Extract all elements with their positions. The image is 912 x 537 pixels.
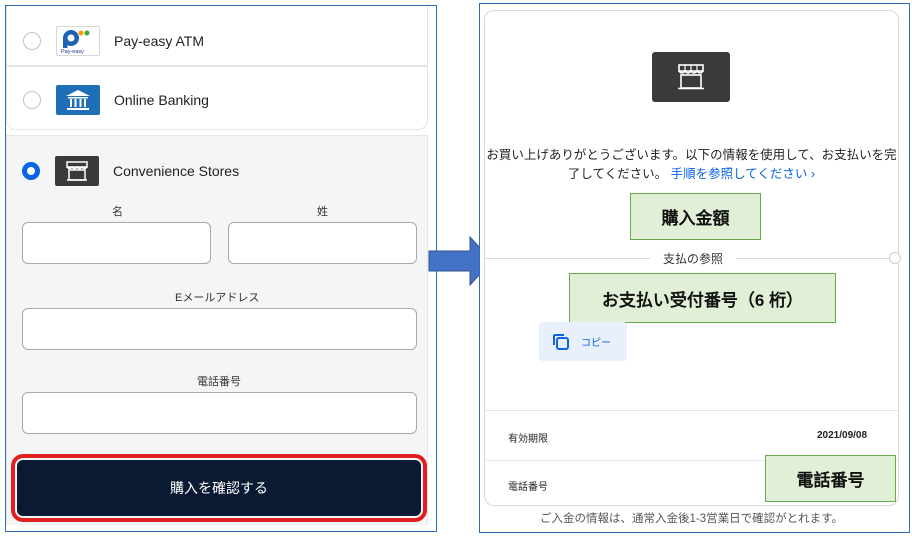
expiry-value: 2021/09/08 xyxy=(817,430,868,441)
reference-number-annotation: お支払い受付番号（6 桁） xyxy=(569,273,836,323)
expiry-label: 有効期限 xyxy=(508,434,548,445)
phone-row-label: 電話番号 xyxy=(508,482,548,493)
phone-input[interactable] xyxy=(22,392,417,434)
first-name-input[interactable] xyxy=(22,222,211,264)
last-name-input[interactable] xyxy=(228,222,417,264)
email-input[interactable] xyxy=(22,308,417,350)
reference-divider-right xyxy=(736,258,889,259)
receipt-notch xyxy=(889,252,901,264)
thanks-message: お買い上げありがとうございます。以下の情報を使用して、お支払いを完了してください… xyxy=(484,146,899,184)
payeasy-radio[interactable] xyxy=(23,32,41,50)
store-icon-large xyxy=(652,52,730,102)
copy-icon xyxy=(553,333,569,350)
payment-option-banking[interactable]: Online Banking xyxy=(6,66,428,130)
payment-option-convenience[interactable]: Convenience Stores xyxy=(22,156,239,186)
convenience-radio[interactable] xyxy=(22,162,40,180)
amount-annotation: 購入金額 xyxy=(630,193,761,240)
convenience-label: Convenience Stores xyxy=(113,163,240,179)
bank-icon xyxy=(56,85,100,115)
reference-label: 支払の参照 xyxy=(650,250,736,267)
copy-label: コピー xyxy=(581,338,611,349)
reference-divider-left xyxy=(485,258,650,259)
payment-footnote: ご入金の情報は、通常入金後1-3営業日で確認がとれます。 xyxy=(540,513,843,525)
payment-option-payeasy[interactable]: Pay-easy Pay-easy ATM xyxy=(6,6,428,66)
banking-radio[interactable] xyxy=(23,91,41,109)
phone-label: 電話番号 xyxy=(197,376,241,388)
confirm-purchase-button[interactable]: 購入を確認する xyxy=(17,460,421,516)
phone-annotation: 電話番号 xyxy=(765,455,896,502)
first-name-label: 名 xyxy=(112,206,123,218)
payeasy-logo-icon: Pay-easy xyxy=(56,26,100,56)
payeasy-label: Pay-easy ATM xyxy=(114,33,204,49)
payeasy-logo-text: Pay-easy xyxy=(61,49,84,55)
store-icon xyxy=(55,156,99,186)
last-name-label: 姓 xyxy=(317,206,328,218)
email-label: Eメールアドレス xyxy=(175,292,260,304)
copy-button[interactable]: コピー xyxy=(539,322,627,361)
banking-label: Online Banking xyxy=(114,92,209,108)
details-divider-top xyxy=(485,410,898,411)
instructions-link[interactable]: 手順を参照してください › xyxy=(671,167,815,181)
